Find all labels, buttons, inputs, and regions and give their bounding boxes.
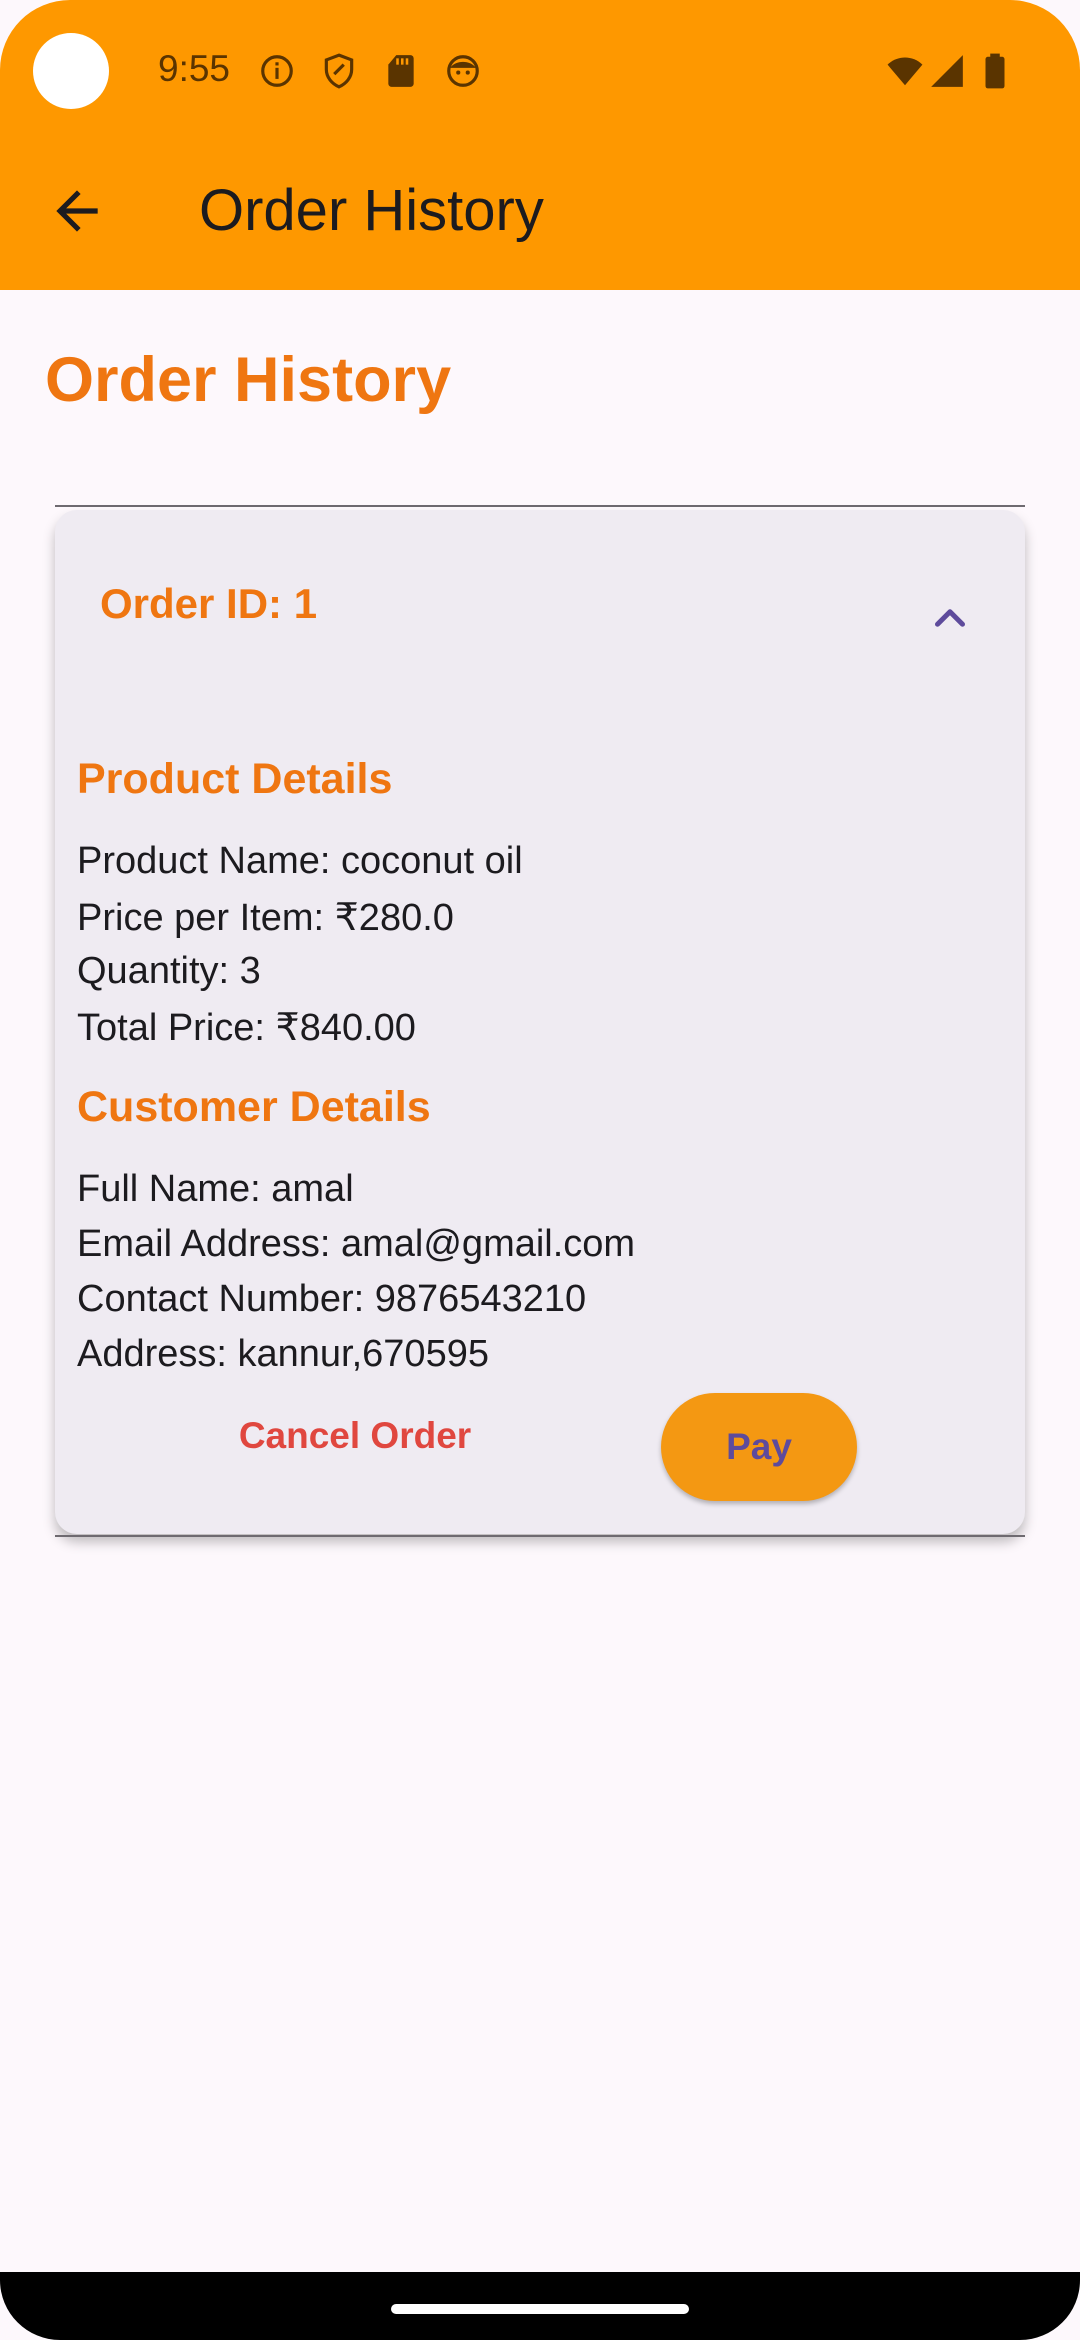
- info-icon: [258, 52, 296, 90]
- camera-cutout: [33, 33, 109, 109]
- app-bar-title: Order History: [199, 178, 544, 243]
- address: Address: kannur,670595: [77, 1333, 489, 1375]
- chevron-up-icon[interactable]: [925, 592, 975, 642]
- back-button[interactable]: [46, 180, 108, 242]
- total-price: Total Price: ₹840.00: [77, 1007, 416, 1049]
- home-gesture-handle[interactable]: [391, 2304, 689, 2314]
- status-time: 9:55: [158, 48, 231, 89]
- customer-details-title: Customer Details: [77, 1083, 431, 1131]
- product-name: Product Name: coconut oil: [77, 840, 523, 882]
- page-title: Order History: [45, 345, 452, 415]
- signal-icon: [928, 52, 966, 90]
- wifi-icon: [884, 52, 926, 90]
- full-name: Full Name: amal: [77, 1168, 354, 1210]
- price-per-item: Price per Item: ₹280.0: [77, 897, 454, 939]
- battery-icon: [976, 52, 1014, 90]
- order-id: Order ID: 1: [100, 580, 318, 627]
- order-expand-header[interactable]: Order ID: 1: [55, 510, 1025, 700]
- app-bar: 9:55 Order History: [0, 0, 1080, 290]
- order-card: Order ID: 1 Product Details Product Name…: [55, 510, 1025, 1534]
- quantity: Quantity: 3: [77, 950, 261, 992]
- arrow-back-icon: [56, 190, 98, 232]
- contact-number: Contact Number: 9876543210: [77, 1278, 587, 1320]
- sd-card-icon: [382, 52, 420, 90]
- cancel-order-button[interactable]: Cancel Order: [225, 1393, 485, 1479]
- divider: [55, 1535, 1025, 1537]
- email-address: Email Address: amal@gmail.com: [77, 1223, 636, 1265]
- shield-icon: [320, 52, 358, 90]
- pay-button[interactable]: Pay: [661, 1393, 857, 1501]
- product-details-title: Product Details: [77, 755, 393, 803]
- divider: [55, 505, 1025, 507]
- screen: 9:55 Order History Order History Order I…: [0, 0, 1080, 2340]
- face-icon: [444, 52, 482, 90]
